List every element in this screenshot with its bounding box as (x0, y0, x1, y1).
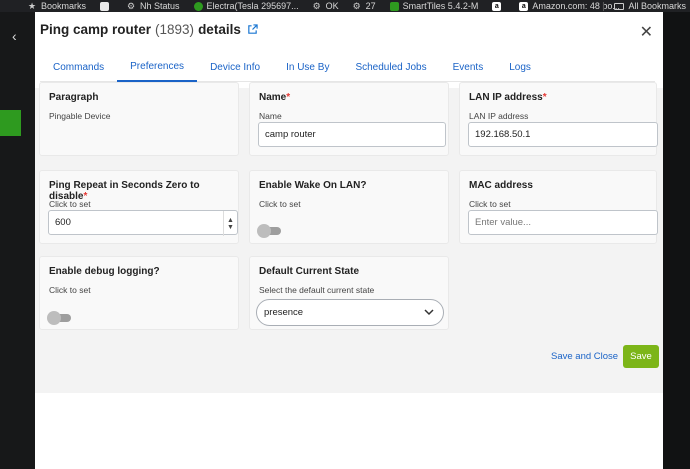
bookmark-nh-status[interactable]: ⚙ Nh Status (127, 1, 180, 11)
required-marker: * (286, 92, 291, 103)
folder-icon (614, 2, 625, 10)
smarttiles-icon (389, 1, 399, 11)
amazon-icon: a (492, 1, 502, 11)
mac-sub: Click to set (469, 199, 511, 209)
wake-on-lan-toggle[interactable] (257, 224, 281, 238)
toggle-knob (47, 311, 61, 325)
lan-ip-card: LAN IP address* LAN IP address 192.168.5… (459, 82, 658, 156)
gear-icon: ⚙ (352, 0, 361, 11)
debug-sub: Click to set (49, 285, 91, 295)
ping-repeat-sub: Click to set (49, 199, 91, 209)
background-right (663, 12, 690, 469)
tab-preferences[interactable]: Preferences (117, 48, 198, 82)
title-suffix: details (198, 22, 241, 37)
name-field[interactable]: camp router (258, 122, 446, 147)
number-stepper[interactable]: ▲ ▼ (223, 211, 237, 236)
tab-commands[interactable]: Commands (40, 48, 117, 82)
wake-on-lan-sub: Click to set (259, 199, 301, 209)
wake-on-lan-card: Enable Wake On LAN? Click to set (249, 170, 449, 244)
chevron-down-icon[interactable]: ▼ (227, 224, 234, 231)
external-link-icon[interactable] (247, 24, 258, 35)
close-icon[interactable]: ✕ (640, 22, 653, 42)
chevron-up-icon[interactable]: ▲ (227, 217, 234, 224)
bookmark-smarttiles[interactable]: SmartTiles 5.4.2-M (389, 1, 478, 11)
debug-card: Enable debug logging? Click to set (39, 256, 239, 330)
tab-bar: Commands Preferences Device Info In Use … (40, 48, 655, 82)
lan-ip-field[interactable]: 192.168.50.1 (468, 122, 658, 147)
chevron-down-icon (423, 306, 435, 321)
electra-icon (193, 1, 203, 11)
tab-device-info[interactable]: Device Info (197, 48, 273, 82)
tab-events[interactable]: Events (440, 48, 497, 82)
background-green-tab (0, 110, 21, 136)
default-state-label: Default Current State (259, 266, 360, 277)
gear-icon: ⚙ (312, 0, 321, 11)
paragraph-label: Paragraph (49, 92, 99, 103)
chevron-left-icon[interactable]: ‹ (12, 28, 17, 44)
tab-logs[interactable]: Logs (496, 48, 544, 82)
paragraph-card: Paragraph Pingable Device (39, 82, 239, 156)
name-sub: Name (259, 111, 282, 121)
bookmark-amazon[interactable]: a (492, 1, 505, 11)
default-state-value: presence (264, 307, 304, 318)
bookmark-bookmarks[interactable]: ★ Bookmarks (28, 1, 86, 11)
bookmarks-separator (603, 1, 605, 11)
tab-in-use-by[interactable]: In Use By (273, 48, 342, 82)
save-button[interactable]: Save (623, 345, 659, 368)
default-state-sub: Select the default current state (259, 285, 375, 295)
all-bookmarks[interactable]: All Bookmarks (614, 1, 686, 11)
ping-repeat-field[interactable]: 600 ▲ ▼ (48, 210, 238, 236)
mac-label: MAC address (469, 180, 533, 191)
paragraph-text: Pingable Device (49, 111, 111, 121)
ping-repeat-value: 600 (55, 217, 71, 228)
preferences-panel: Paragraph Pingable Device Name* Name cam… (35, 82, 663, 393)
mac-card: MAC address Click to set Enter value... (459, 170, 658, 244)
default-state-card: Default Current State Select the default… (249, 256, 449, 330)
device-id: (1893) (155, 22, 195, 37)
lan-ip-label: LAN IP address* (469, 92, 547, 103)
lan-ip-sub: LAN IP address (469, 111, 529, 121)
bookmark-hubitat[interactable] (100, 1, 113, 11)
gear-icon: ⚙ (127, 0, 136, 11)
background-sidebar (0, 12, 35, 469)
hubitat-icon (100, 1, 110, 11)
modal-title: Ping camp router (1893) details (40, 22, 258, 37)
debug-toggle[interactable] (47, 311, 71, 325)
device-details-modal: Ping camp router (1893) details ✕ Comman… (35, 12, 663, 469)
name-label: Name* (259, 92, 291, 103)
save-and-close-button[interactable]: Save and Close (551, 351, 618, 362)
star-icon: ★ (28, 0, 37, 11)
default-state-select[interactable]: presence (256, 299, 444, 326)
ping-repeat-card: Ping Repeat in Seconds Zero to disable* … (39, 170, 239, 244)
bookmark-27[interactable]: ⚙ 27 (353, 1, 376, 11)
bookmarks-bar: ★ Bookmarks ⚙ Nh Status Electra(Tesla 29… (0, 0, 690, 12)
wake-on-lan-label: Enable Wake On LAN? (259, 180, 367, 191)
bookmark-electra[interactable]: Electra(Tesla 295697... (193, 1, 299, 11)
amazon-icon: a (519, 1, 529, 11)
tab-scheduled-jobs[interactable]: Scheduled Jobs (342, 48, 439, 82)
name-card: Name* Name camp router (249, 82, 449, 156)
required-marker: * (542, 92, 547, 103)
device-name: Ping camp router (40, 22, 152, 37)
toggle-knob (257, 224, 271, 238)
bookmark-ok[interactable]: ⚙ OK (313, 1, 339, 11)
debug-label: Enable debug logging? (49, 266, 160, 277)
mac-field[interactable]: Enter value... (468, 210, 658, 235)
